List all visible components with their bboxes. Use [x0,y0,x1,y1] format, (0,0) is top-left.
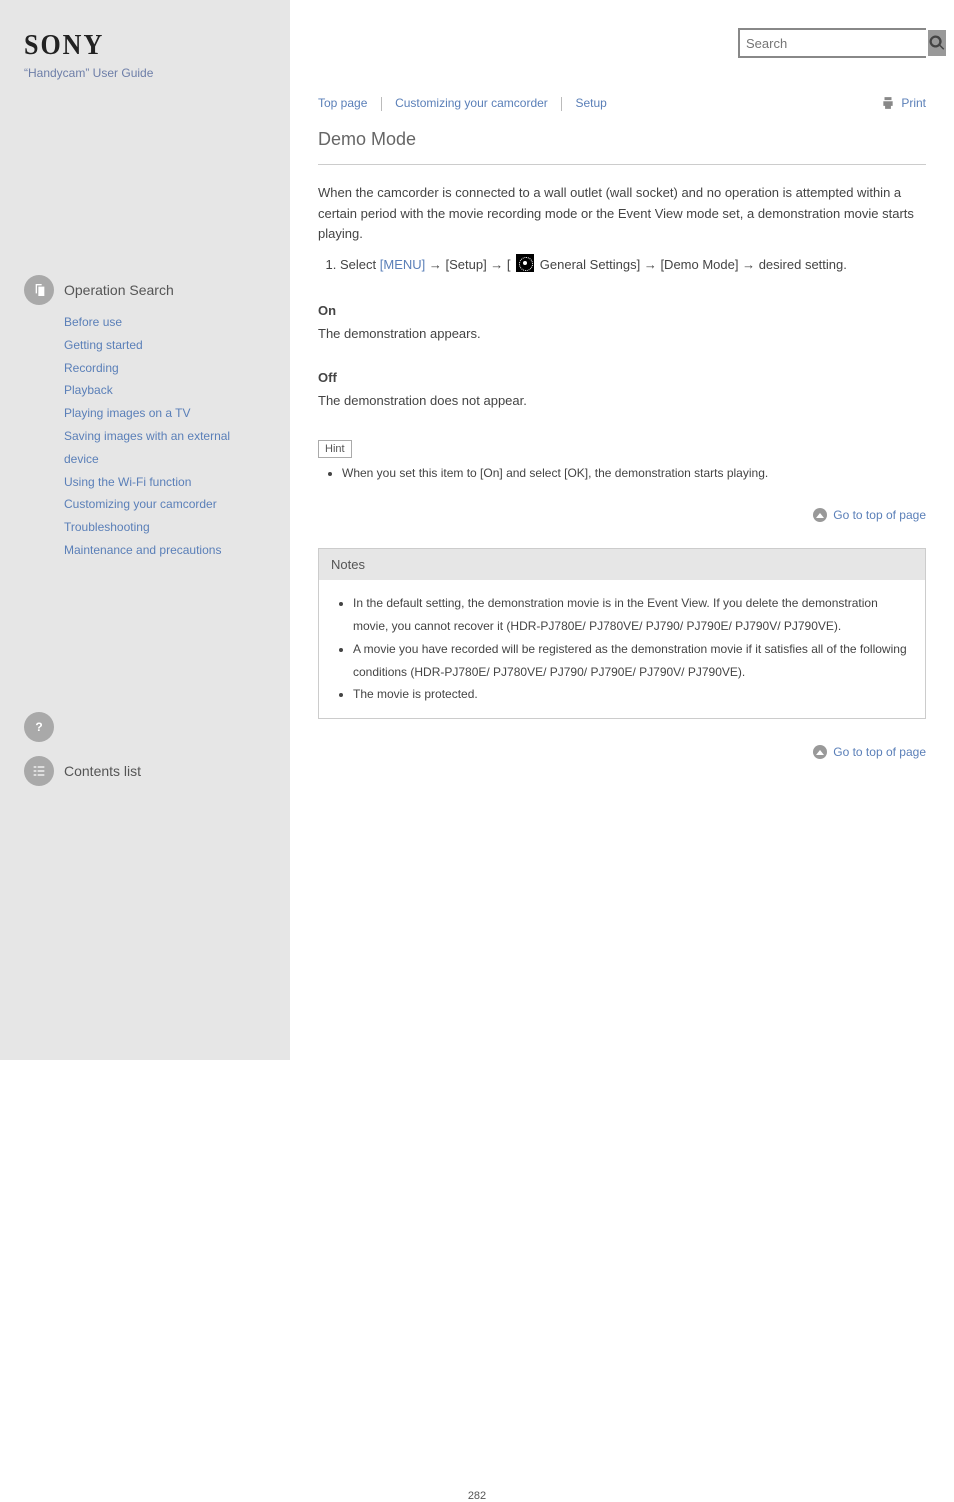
crumb-section[interactable]: Customizing your camcorder [395,96,548,110]
gear-icon [516,254,534,272]
print-icon [881,96,895,110]
option-on-body: The demonstration appears. [318,324,926,345]
back-to-top[interactable]: Go to top of page [813,745,926,759]
hint-label: Hint [318,440,352,458]
search-input[interactable] [740,30,928,56]
nav-item[interactable]: Maintenance and precautions [64,543,221,557]
note-item: In the default setting, the demonstratio… [353,592,913,638]
nav-item[interactable]: Troubleshooting [64,520,150,534]
arrow-up-icon [813,745,827,759]
option-off-body: The demonstration does not appear. [318,391,926,412]
nav-label: Operation Search [64,282,174,298]
notes-list: In the default setting, the demonstratio… [319,580,925,718]
nav-label: Contents list [64,763,141,779]
hint-list: When you set this item to [On] and selec… [342,464,926,482]
nav-item[interactable]: Playing images on a TV [64,406,191,420]
guide-subtitle[interactable]: “Handycam” User Guide [24,66,266,80]
sidebar: SONY “Handycam” User Guide Operation Sea… [0,0,290,1060]
topbar [318,28,926,58]
nav-contents-list-2[interactable]: Contents list [24,756,266,786]
arrow-up-icon [813,508,827,522]
nav-item[interactable]: Using the Wi-Fi function [64,475,191,489]
page-number: 282 [0,1490,954,1502]
nav-item[interactable]: Saving images with an external device [64,429,230,466]
pages-icon [24,275,54,305]
page-title: Demo Mode [318,129,926,165]
notes-box: Notes In the default setting, the demons… [318,548,926,719]
crumb-page[interactable]: Setup [575,96,606,110]
main-content: Top page Customizing your camcorder Setu… [290,0,954,1060]
list-icon [24,756,54,786]
option-off-head: Off [318,370,926,385]
print-link[interactable]: Print [881,96,926,110]
nav-item[interactable]: Recording [64,361,119,375]
nav-item[interactable]: Getting started [64,338,143,352]
search-button[interactable] [928,30,946,56]
brand-logo: SONY [24,29,266,62]
menu-link[interactable]: [MENU] [380,257,426,272]
nav-sublist: Before use Getting started Recording Pla… [64,311,266,562]
intro-paragraph: When the camcorder is connected to a wal… [318,183,926,245]
breadcrumb: Top page Customizing your camcorder Setu… [318,96,607,111]
question-icon: ? [24,712,54,742]
svg-text:?: ? [35,720,42,734]
search-box [738,28,926,58]
nav-contents-list[interactable]: ? [24,712,266,742]
note-item: A movie you have recorded will be regist… [353,638,913,684]
step-item: Select [MENU] → [Setup] → [ General Sett… [340,253,926,276]
search-icon [928,34,946,52]
crumb-top[interactable]: Top page [318,96,367,110]
nav-item[interactable]: Playback [64,383,113,397]
step-list: Select [MENU] → [Setup] → [ General Sett… [340,253,926,276]
hint-item: When you set this item to [On] and selec… [342,464,926,482]
option-on-head: On [318,303,926,318]
note-item: The movie is protected. [353,683,913,706]
content-body: When the camcorder is connected to a wal… [318,183,926,759]
nav-operation-search: Operation Search Before use Getting star… [24,275,266,562]
nav-item[interactable]: Before use [64,315,122,329]
back-to-top[interactable]: Go to top of page [813,508,926,522]
nav-item[interactable]: Customizing your camcorder [64,497,217,511]
notes-head: Notes [319,549,925,580]
